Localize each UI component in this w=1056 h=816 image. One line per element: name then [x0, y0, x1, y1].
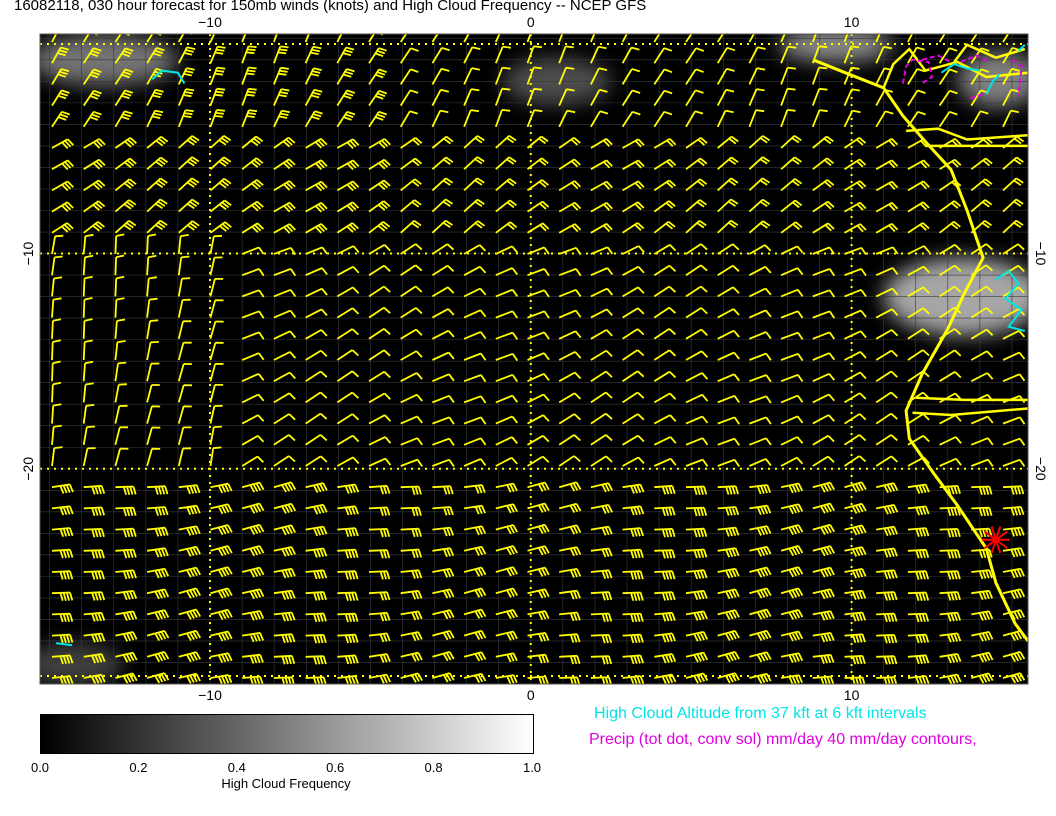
y-tick-label-left: −20: [20, 457, 36, 481]
map-plot: −10 −10 0 0 10 10 −10 −10 −20 −20: [20, 14, 1049, 703]
x-tick-label-bottom: 0: [527, 687, 535, 703]
colorbar-label: High Cloud Frequency: [221, 776, 351, 791]
x-tick-label-top: −10: [198, 14, 222, 30]
x-tick-label-bottom: 10: [844, 687, 860, 703]
colorbar-tick-label: 0.4: [227, 760, 246, 775]
colorbar-tick-label: 0.8: [424, 760, 443, 775]
cloud-altitude-legend: High Cloud Altitude from 37 kft at 6 kft…: [594, 705, 927, 722]
colorbar: [40, 714, 534, 754]
map-background: [40, 34, 1028, 684]
x-tick-label-bottom: −10: [198, 687, 222, 703]
colorbar-tick-label: 1.0: [522, 760, 542, 775]
y-tick-label-right: −20: [1033, 457, 1049, 481]
colorbar-tick-label: 0.6: [326, 760, 345, 775]
x-tick-label-top: 0: [527, 14, 535, 30]
colorbar-tick-label: 0.2: [129, 760, 148, 775]
y-tick-label-right: −10: [1033, 242, 1049, 266]
precip-legend: Precip (tot dot, conv sol) mm/day 40 mm/…: [589, 731, 977, 748]
cloud-frequency-patch: [777, 34, 894, 62]
colorbar-tick-label: 0.0: [30, 760, 50, 775]
x-tick-label-top: 10: [844, 14, 860, 30]
y-tick-label-left: −10: [20, 241, 36, 265]
